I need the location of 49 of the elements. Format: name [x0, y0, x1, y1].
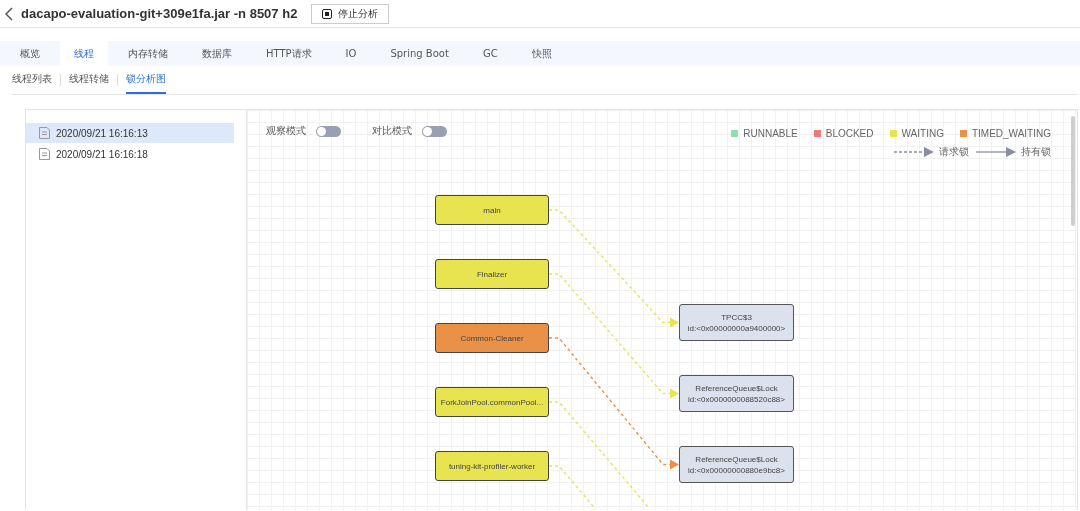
lock-id: id:<0x0000000088520c88> [688, 394, 785, 404]
thread-node[interactable]: main [435, 195, 549, 225]
stop-icon [322, 8, 333, 19]
toggle-switch[interactable] [422, 125, 447, 137]
thread-node[interactable]: Common-Cleaner [435, 323, 549, 353]
tab[interactable]: IO [331, 41, 371, 66]
tab[interactable]: GC [468, 41, 512, 66]
toggle-label: 观察模式 [266, 124, 306, 138]
lock-id: id:<0x00000000a9400000> [687, 323, 786, 333]
toggle-label: 对比模式 [372, 124, 412, 138]
solid-arrow-icon [976, 147, 1016, 157]
subtab[interactable]: 线程列表 [12, 66, 52, 94]
tab[interactable]: 线程 [60, 41, 108, 66]
lock-name: ReferenceQueue$Lock [695, 383, 778, 393]
document-icon [39, 127, 50, 139]
scrollbar[interactable] [1071, 116, 1075, 226]
tab[interactable]: 数据库 [188, 41, 246, 66]
tab[interactable]: 概览 [6, 41, 54, 66]
lock-name: ReferenceQueue$Lock [695, 454, 778, 464]
lock-node[interactable]: TPCC$3 id:<0x00000000a9400000> [679, 304, 794, 341]
legend-label: 持有锁 [1021, 145, 1051, 159]
subtab[interactable]: 线程转储 [69, 66, 109, 94]
legend-label: RUNNABLE [743, 128, 798, 139]
snapshot-item[interactable]: 2020/09/21 16:16:18 [26, 144, 234, 164]
tab[interactable]: Spring Boot [376, 41, 463, 66]
toggle-switch[interactable] [316, 125, 341, 137]
subtab[interactable]: 锁分析图 [126, 66, 166, 94]
lock-node[interactable]: ReferenceQueue$Lock id:<0x0000000088520c88> [679, 375, 794, 412]
thread-node[interactable]: Finalizer [435, 259, 549, 289]
snapshot-item[interactable]: 2020/09/21 16:16:13 [26, 123, 234, 143]
tab[interactable]: 快照 [517, 41, 566, 66]
legend-label: TIMED_WAITING [971, 128, 1051, 139]
tab[interactable]: 内存转储 [114, 41, 182, 66]
snapshot-time: 2020/09/21 16:16:13 [56, 127, 148, 139]
thread-node[interactable]: ForkJoinPool.commonPool... [435, 387, 549, 417]
thread-node[interactable]: tuning-kit-profiler-worker [435, 451, 549, 481]
page-title: dacapo-evaluation-git+309e1fa.jar -n 8507 h2 [21, 6, 298, 21]
tab[interactable]: HTTP请求 [252, 41, 326, 66]
legend-label: WAITING [901, 128, 944, 139]
legend-label: 请求锁 [939, 145, 969, 159]
snapshot-time: 2020/09/21 16:16:18 [56, 148, 148, 160]
lock-node[interactable]: ReferenceQueue$Lock id:<0x00000000880e9bc8> [679, 446, 794, 483]
lock-name: TPCC$3 [721, 312, 752, 322]
document-icon [39, 148, 50, 160]
back-icon[interactable] [5, 6, 13, 21]
lock-id: id:<0x00000000880e9bc8> [688, 465, 785, 475]
stop-analysis-button[interactable]: 停止分析 [311, 3, 390, 24]
legend-label: BLOCKED [825, 128, 874, 139]
dashed-arrow-icon [894, 147, 934, 157]
